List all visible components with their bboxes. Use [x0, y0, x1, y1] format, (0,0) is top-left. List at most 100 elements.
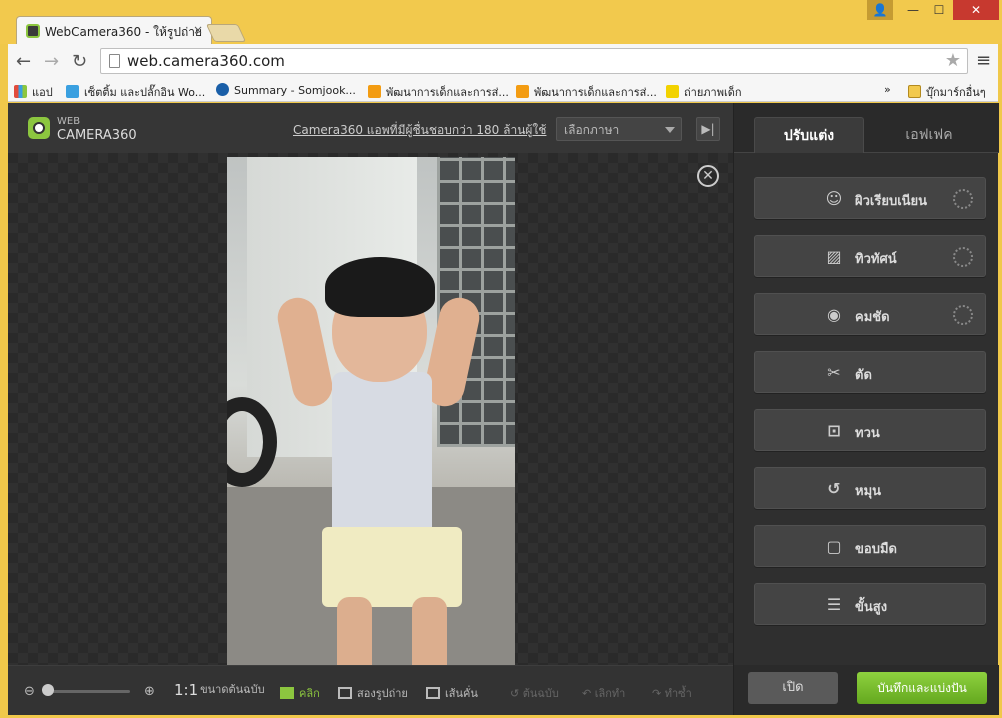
camera360-favicon-icon: [26, 24, 40, 38]
tab-close-icon[interactable]: ×: [193, 23, 203, 37]
logo-name-text: CAMERA360: [57, 128, 137, 143]
maximize-button[interactable]: ☐: [926, 0, 952, 20]
click-compare-button[interactable]: คลิก: [280, 684, 320, 702]
tab-effects[interactable]: เอฟเฟค: [874, 117, 984, 153]
loading-spinner-icon: [953, 189, 973, 209]
bookmark-item[interactable]: พัฒนาการเด็กและการส่...: [516, 83, 657, 101]
promo-link[interactable]: Camera360 แอพที่มีผู้ชื่นชอบกว่า 180 ล้า…: [293, 121, 546, 140]
original-size-button[interactable]: 1:1 ขนาดต้นฉบับ: [174, 680, 265, 699]
eye-icon: ◉: [827, 305, 841, 324]
revert-icon: ↺: [510, 687, 523, 700]
tool-label: ผิวเรียบเนียน: [855, 194, 928, 209]
zoom-out-icon[interactable]: ⊖: [24, 684, 35, 699]
edit-panel: ปรับแต่ง เอฟเฟค ☺ ผิวเรียบเนียน ▨ ทิวทัศน์ ◉…: [733, 103, 999, 715]
address-bar[interactable]: web.camera360.com ★: [100, 48, 968, 74]
panel-footer: เปิด บันทึกและแบ่งปัน: [734, 665, 999, 715]
forward-arrow-icon[interactable]: →: [44, 51, 59, 72]
browser-tab[interactable]: WebCamera360 - ให้รูปถ่าย ×: [16, 16, 212, 44]
side-by-side-button[interactable]: สองรูปถ่าย: [338, 684, 408, 702]
face-icon: ☺: [825, 189, 843, 208]
redo-button[interactable]: ↷ ทำซ้ำ: [652, 684, 692, 702]
photo-hair: [325, 257, 435, 317]
url-text: web.camera360.com: [127, 52, 285, 70]
scissors-icon: ✂: [827, 363, 841, 382]
canvas-bottom-bar: ⊖ ⊕ 1:1 ขนาดต้นฉบับ คลิก สองรูปถ่าย เส้นค…: [8, 665, 733, 715]
loading-spinner-icon: [953, 305, 973, 325]
photo-shirt: [332, 372, 432, 542]
loading-spinner-icon: [953, 247, 973, 267]
bookmark-favicon-icon: [66, 85, 79, 98]
language-select[interactable]: เลือกภาษา: [556, 117, 682, 141]
reload-icon[interactable]: ↻: [72, 51, 87, 72]
bookmark-apps[interactable]: แอป: [14, 83, 53, 101]
photo-leg-left: [337, 597, 372, 665]
revert-original-button[interactable]: ↺ ต้นฉบับ: [510, 684, 559, 702]
open-button[interactable]: เปิด: [748, 672, 838, 704]
user-icon[interactable]: 👤: [867, 0, 893, 20]
save-share-button[interactable]: บันทึกและแบ่งปัน: [857, 672, 987, 704]
undo-button[interactable]: ↶ เลิกทำ: [582, 684, 625, 702]
bookmark-favicon-icon: [368, 85, 381, 98]
vignette-icon: ▢: [826, 537, 842, 556]
redo-icon: ↷: [652, 687, 665, 700]
bookmark-favicon-icon: [666, 85, 679, 98]
apps-grid-icon: [14, 85, 27, 98]
panel-tabs: ปรับแต่ง เอฟเฟค: [734, 103, 999, 153]
tool-button[interactable]: ⊡ ทวน: [754, 409, 986, 451]
back-arrow-icon[interactable]: ←: [16, 51, 31, 72]
tool-label: ตัด: [855, 368, 872, 383]
browser-titlebar: WebCamera360 - ให้รูปถ่าย × 👤 — ☐ ✕: [0, 0, 1002, 44]
edited-photo[interactable]: [227, 157, 515, 665]
zoom-slider[interactable]: [44, 690, 130, 693]
bookmark-star-icon[interactable]: ★: [945, 50, 961, 71]
rotate-icon: ↺: [827, 479, 841, 498]
language-select-value: เลือกภาษา: [564, 123, 620, 137]
photo-leg-right: [412, 597, 447, 665]
click-icon: [280, 687, 294, 699]
tool-label: หมุน: [855, 484, 882, 499]
page-icon: [109, 54, 120, 68]
tool-button[interactable]: ☺ ผิวเรียบเนียน: [754, 177, 986, 219]
close-window-button[interactable]: ✕: [953, 0, 999, 20]
landscape-icon: ▨: [826, 247, 842, 266]
other-bookmarks[interactable]: บุ๊กมาร์กอื่นๆ: [908, 83, 986, 101]
zoom-slider-handle[interactable]: [42, 684, 54, 696]
tool-button[interactable]: ▢ ขอบมืด: [754, 525, 986, 567]
zoom-in-icon[interactable]: ⊕: [144, 684, 155, 699]
bookmark-favicon-icon: [516, 85, 529, 98]
photo-canvas: ✕: [8, 153, 733, 665]
bookmark-favicon-icon: [216, 83, 229, 96]
bookmark-item[interactable]: Summary - Somjook...: [216, 83, 356, 97]
sliders-icon: ☰: [826, 595, 842, 614]
collapse-panel-button[interactable]: ▶|: [696, 117, 720, 141]
logo-web-text: WEB: [57, 116, 81, 127]
webcamera360-app: WEB CAMERA360 Camera360 แอพที่มีผู้ชื่นช…: [8, 103, 999, 715]
folder-icon: [908, 85, 921, 98]
tool-button[interactable]: ✂ ตัด: [754, 351, 986, 393]
close-photo-icon[interactable]: ✕: [697, 165, 719, 187]
bookmarks-more[interactable]: »: [884, 83, 891, 96]
chevron-down-icon: [665, 127, 675, 133]
bookmark-item[interactable]: เซ็ตติ้ม และปลั๊กอิน Wo...: [66, 83, 205, 101]
bookmarks-bar: แอป เซ็ตติ้ม และปลั๊กอิน Wo... Summary -…: [8, 78, 998, 102]
tool-button[interactable]: ◉ คมชัด: [754, 293, 986, 335]
menu-icon[interactable]: ≡: [976, 50, 991, 71]
undo-icon: ↶: [582, 687, 595, 700]
tool-button[interactable]: ↺ หมุน: [754, 467, 986, 509]
bookmark-item[interactable]: ถ่ายภาพเด็ก: [666, 83, 742, 101]
split-line-icon: [426, 687, 440, 699]
tool-label: คมชัด: [855, 310, 890, 325]
crop-icon: ⊡: [827, 421, 841, 440]
tool-label: ขั้นสูง: [855, 600, 888, 615]
split-line-button[interactable]: เส้นคั่น: [426, 684, 478, 702]
tool-button[interactable]: ☰ ขั้นสูง: [754, 583, 986, 625]
tab-adjust[interactable]: ปรับแต่ง: [754, 117, 864, 153]
tool-label: ขอบมืด: [855, 542, 897, 557]
browser-toolbar: ← → ↻ web.camera360.com ★ ≡: [8, 44, 998, 78]
minimize-button[interactable]: —: [900, 0, 926, 20]
photo-shorts: [322, 527, 462, 607]
tool-button[interactable]: ▨ ทิวทัศน์: [754, 235, 986, 277]
bookmark-item[interactable]: พัฒนาการเด็กและการส่...: [368, 83, 509, 101]
tool-label: ทิวทัศน์: [855, 252, 897, 267]
tab-title: WebCamera360 - ให้รูปถ่าย: [45, 25, 202, 39]
